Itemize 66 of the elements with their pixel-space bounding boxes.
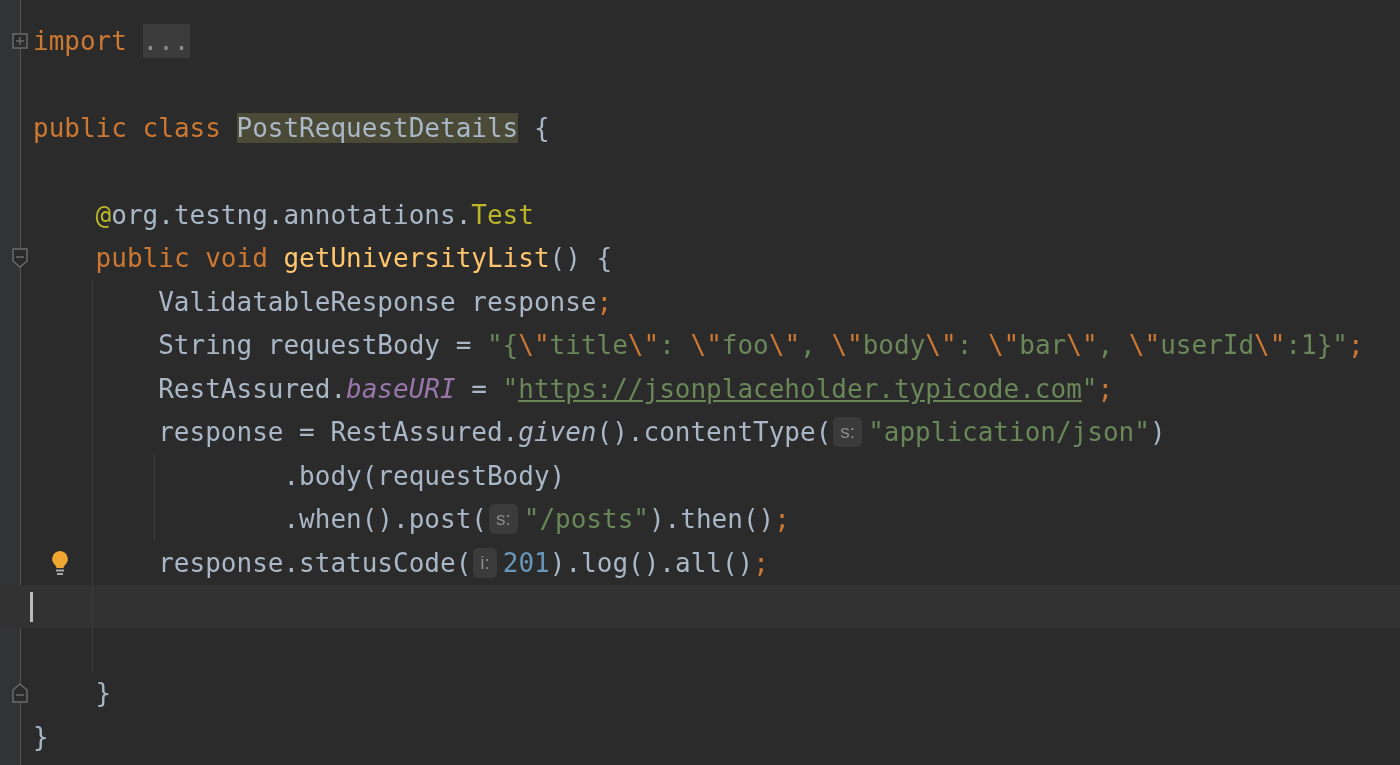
escape-sequence: \" [831, 330, 863, 361]
escape-sequence: \" [925, 330, 957, 361]
number-literal: 201 [502, 547, 550, 578]
string-literal: "/posts" [523, 504, 649, 535]
parameter-hint: s: [488, 504, 518, 535]
method-name: getUniversityList [283, 243, 550, 274]
code-text: response = RestAssured. [158, 417, 519, 448]
code-text: RestAssured. [158, 373, 347, 404]
static-method: given [518, 417, 597, 448]
annotation: @ [95, 199, 112, 230]
code-text: () { [549, 243, 613, 274]
code-text: .body(requestBody) [283, 460, 566, 491]
lightbulb-icon[interactable] [49, 550, 71, 576]
annotation: Test [471, 199, 534, 230]
code-text: String requestBody = [158, 330, 473, 361]
keyword: public void [95, 243, 269, 274]
keyword: ; [774, 504, 790, 535]
string-literal: : [659, 330, 676, 361]
string-literal: foo [721, 330, 769, 361]
string-literal: userId [1160, 330, 1255, 361]
code-text: ) [1149, 417, 1166, 448]
escape-sequence: \" [1254, 330, 1286, 361]
string-literal: body [862, 330, 926, 361]
parameter-hint: s: [833, 417, 863, 448]
escape-sequence: \" [518, 330, 550, 361]
escape-sequence: \" [690, 330, 722, 361]
folded-imports[interactable]: ... [142, 23, 190, 58]
code-text: ).then() [648, 504, 775, 535]
code-text: ).log().all() [549, 547, 754, 578]
string-literal: " [1081, 373, 1098, 404]
keyword: ; [1097, 373, 1114, 404]
string-literal: bar [1019, 330, 1067, 361]
escape-sequence: \" [627, 330, 660, 361]
string-literal: :1}" [1285, 330, 1349, 361]
string-literal: : [956, 330, 974, 361]
expand-fold-icon[interactable] [12, 30, 28, 51]
collapse-fold-icon[interactable] [12, 248, 28, 269]
code-text: { [532, 112, 550, 143]
escape-sequence: \" [768, 330, 801, 361]
keyword: import [33, 25, 127, 56]
class-name: PostRequestDetails [236, 112, 519, 143]
keyword: ; [753, 547, 769, 578]
static-field: baseURI [346, 373, 456, 404]
string-literal: , [800, 330, 817, 361]
string-literal: title [549, 330, 628, 361]
string-literal: , [1097, 330, 1115, 361]
url-link[interactable]: https://jsonplaceholder.typicode.com [518, 373, 1082, 404]
code-text: } [95, 678, 112, 709]
parameter-hint: i: [473, 547, 497, 578]
keyword: public class [33, 112, 222, 143]
code-text: response.statusCode( [158, 547, 472, 578]
code-text: ValidatableResponse response [158, 286, 597, 317]
code-text: } [33, 721, 49, 752]
string-literal: "{ [486, 330, 519, 361]
string-literal: " [502, 373, 519, 404]
code-text: .when().post( [283, 504, 487, 535]
escape-sequence: \" [1066, 330, 1098, 361]
code-text: org.testng.annotations. [111, 199, 472, 230]
keyword: ; [596, 286, 613, 317]
escape-sequence: \" [1128, 330, 1161, 361]
keyword: ; [1348, 330, 1364, 361]
string-literal: "application/json" [868, 417, 1150, 448]
code-text: ().contentType( [596, 417, 832, 448]
code-text: = [470, 373, 488, 404]
escape-sequence: \" [987, 330, 1020, 361]
collapse-fold-icon[interactable] [12, 683, 28, 704]
